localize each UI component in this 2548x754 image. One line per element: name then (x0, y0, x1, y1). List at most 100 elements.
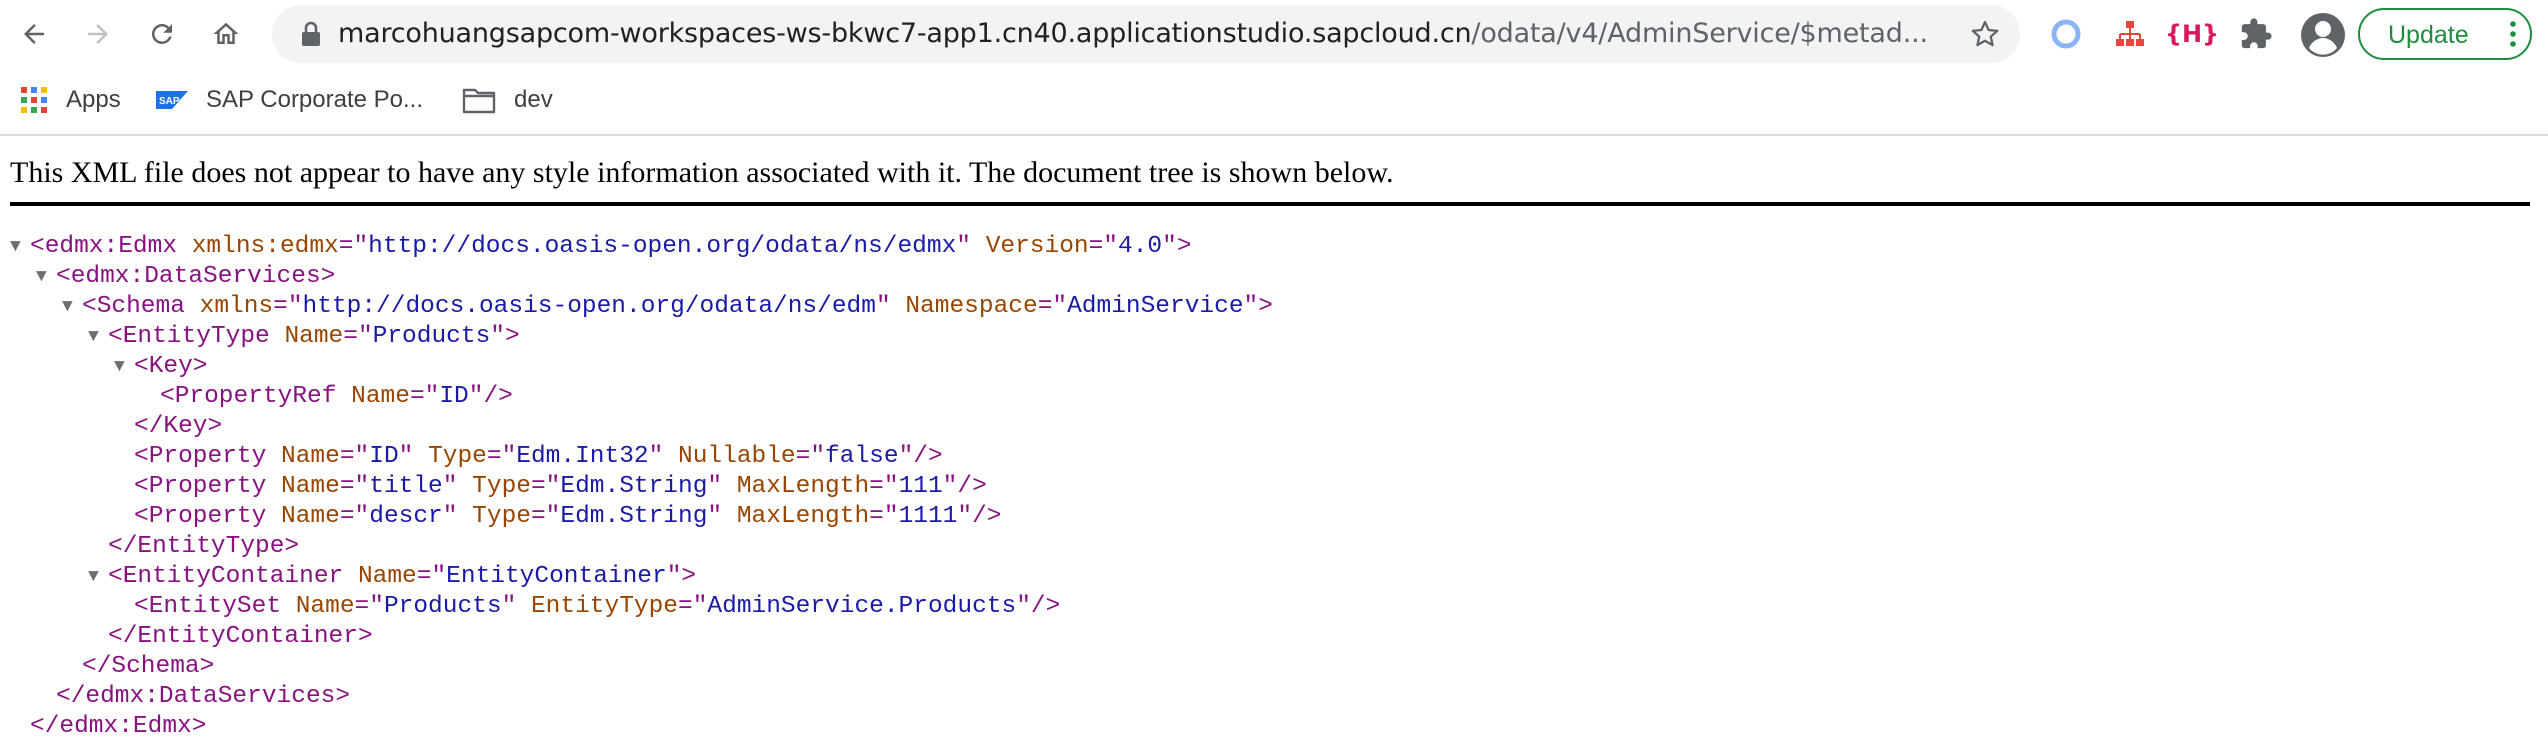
collapse-triangle-icon[interactable]: ▼ (62, 292, 73, 322)
xml-tag-text: <EntityContainer (108, 563, 358, 590)
xml-line[interactable]: ▼ <EntityContainer Name="EntityContainer"… (88, 562, 697, 592)
sap-logo-icon: SAP (156, 91, 188, 109)
xml-attr-name: Name (281, 503, 340, 530)
home-button[interactable] (202, 10, 250, 58)
xml-tag-text: "> (1243, 293, 1273, 320)
xml-tag-text: =" (416, 563, 447, 590)
xml-tag-text: " (875, 293, 906, 320)
update-button[interactable]: Update (2358, 8, 2532, 60)
xml-line: </edmx:DataServices> (56, 682, 350, 712)
xml-attr-value: Edm.Int32 (516, 443, 649, 470)
extension-h-label: {H} (2164, 20, 2220, 48)
extension-sitemap-button[interactable] (2108, 12, 2152, 56)
url-host: marcohuangsapcom-workspaces-ws-bkwc7-app… (338, 18, 1472, 49)
xml-attr-name: Namespace (905, 293, 1038, 320)
xml-line[interactable]: ▼ <edmx:DataServices> (36, 262, 335, 292)
xml-line: </Key> (134, 412, 222, 442)
xml-tag-text: "/> (957, 503, 1002, 530)
xml-tag-text: =" (678, 593, 708, 620)
xml-attr-name: Name (281, 443, 340, 470)
bookmark-sap-corporate[interactable]: SAP SAP Corporate Po... (156, 82, 423, 118)
xml-attr-value: Products (383, 593, 502, 620)
address-bar[interactable]: marcohuangsapcom-workspaces-ws-bkwc7-app… (272, 5, 2020, 63)
xml-attr-value: 111 (898, 473, 943, 500)
circle-extension-icon (2051, 19, 2081, 49)
xml-attr-name: xmlns (199, 293, 274, 320)
xml-tag-text: =" (339, 443, 370, 470)
xml-tag-text: </edmx:DataServices> (56, 683, 351, 710)
xml-tag-text: =" (1088, 233, 1119, 260)
xml-line[interactable]: ▼ <edmx:Edmx xmlns:edmx="http://docs.oasi… (10, 232, 1192, 262)
xml-line: <Property Name="title" Type="Edm.String"… (134, 472, 987, 502)
xml-attr-name: MaxLength (736, 473, 870, 500)
reload-button[interactable] (138, 10, 186, 58)
xml-tag-text: =" (343, 323, 373, 350)
bookmarks-bar: Apps SAP SAP Corporate Po... dev (0, 68, 2548, 136)
address-url[interactable]: marcohuangsapcom-workspaces-ws-bkwc7-app… (338, 5, 1938, 63)
bookmark-star-icon[interactable] (1970, 19, 2000, 49)
xml-tag-text: =" (338, 233, 369, 260)
collapse-triangle-icon[interactable]: ▼ (88, 562, 99, 592)
collapse-triangle-icon[interactable]: ▼ (114, 352, 125, 382)
arrow-right-icon (88, 24, 108, 44)
collapse-triangle-icon[interactable]: ▼ (88, 322, 99, 352)
xml-tag-text: </EntityContainer> (108, 623, 373, 650)
xml-line: <Property Name="descr" Type="Edm.String"… (134, 502, 1001, 532)
puzzle-icon (2241, 18, 2272, 49)
xml-tag-text: <EntitySet (134, 593, 296, 620)
xml-attr-name: Name (295, 593, 355, 620)
xml-tag-text: =" (869, 503, 899, 530)
xml-tag-text: <Property (134, 473, 282, 500)
xml-tag-text: "> (1162, 233, 1192, 260)
xml-attr-value: http://docs.oasis-open.org/odata/ns/edm (302, 293, 876, 320)
xml-attr-value: AdminService.Products (707, 593, 1017, 620)
xml-attr-value: Products (372, 323, 491, 350)
collapse-triangle-icon[interactable]: ▼ (10, 232, 21, 262)
back-button[interactable] (10, 10, 58, 58)
xml-attr-value: http://docs.oasis-open.org/odata/ns/edmx (368, 233, 957, 260)
folder-icon (462, 88, 496, 114)
xml-tag-text: </EntityType> (108, 533, 300, 560)
url-path: /odata/v4/AdminService/$metad... (1471, 18, 1928, 49)
xml-attr-value: title (369, 473, 443, 500)
xml-tag-text: " (501, 593, 531, 620)
bookmark-dev-folder[interactable]: dev (462, 82, 553, 118)
xml-tag-text: "/> (468, 383, 513, 410)
xml-attr-name: xmlns:edmx (191, 233, 339, 260)
profile-avatar-icon[interactable] (2300, 12, 2346, 58)
xml-tag-text: =" (409, 383, 440, 410)
xml-tag-text: " (956, 233, 986, 260)
xml-tag-text: </Schema> (82, 653, 215, 680)
xml-attr-name: Type (472, 473, 531, 500)
xml-tag-text: =" (530, 473, 561, 500)
home-icon (213, 22, 239, 44)
xml-tag-text: "> (666, 563, 697, 590)
xml-attr-name: EntityType (530, 593, 679, 620)
xml-line[interactable]: ▼ <Schema xmlns="http://docs.oasis-open.o… (62, 292, 1273, 322)
xml-tag-text: <PropertyRef (160, 383, 352, 410)
xml-line: </edmx:Edmx> (30, 712, 206, 742)
xml-tag-text: " (648, 443, 679, 470)
forward-button[interactable] (74, 10, 122, 58)
page-content: This XML file does not appear to have an… (0, 136, 2548, 754)
xml-tag-text: =" (273, 293, 303, 320)
xml-line[interactable]: ▼ <Key> (114, 352, 208, 382)
extension-h-button[interactable]: {H} (2165, 12, 2219, 56)
xml-attr-name: Version (985, 233, 1089, 260)
xml-line[interactable]: ▼ <EntityType Name="Products"> (88, 322, 520, 352)
xml-tag-text: <Key> (134, 353, 208, 380)
xml-attr-value: ID (439, 383, 469, 410)
collapse-triangle-icon[interactable]: ▼ (36, 262, 47, 292)
xml-line: <PropertyRef Name="ID"/> (160, 382, 513, 412)
bookmark-apps[interactable]: Apps (20, 82, 121, 118)
xml-tag-text: =" (869, 473, 899, 500)
arrow-left-icon (24, 24, 44, 44)
xml-attr-value: Edm.String (560, 473, 708, 500)
xml-attr-name: Name (284, 323, 344, 350)
xml-attr-value: Edm.String (560, 503, 708, 530)
xml-attr-name: Nullable (678, 443, 796, 470)
xml-tag-text: <Property (134, 503, 282, 530)
extension-circle-button[interactable] (2044, 12, 2088, 56)
xml-line: <Property Name="ID" Type="Edm.Int32" Nul… (134, 442, 943, 472)
extensions-menu-button[interactable] (2234, 12, 2278, 56)
